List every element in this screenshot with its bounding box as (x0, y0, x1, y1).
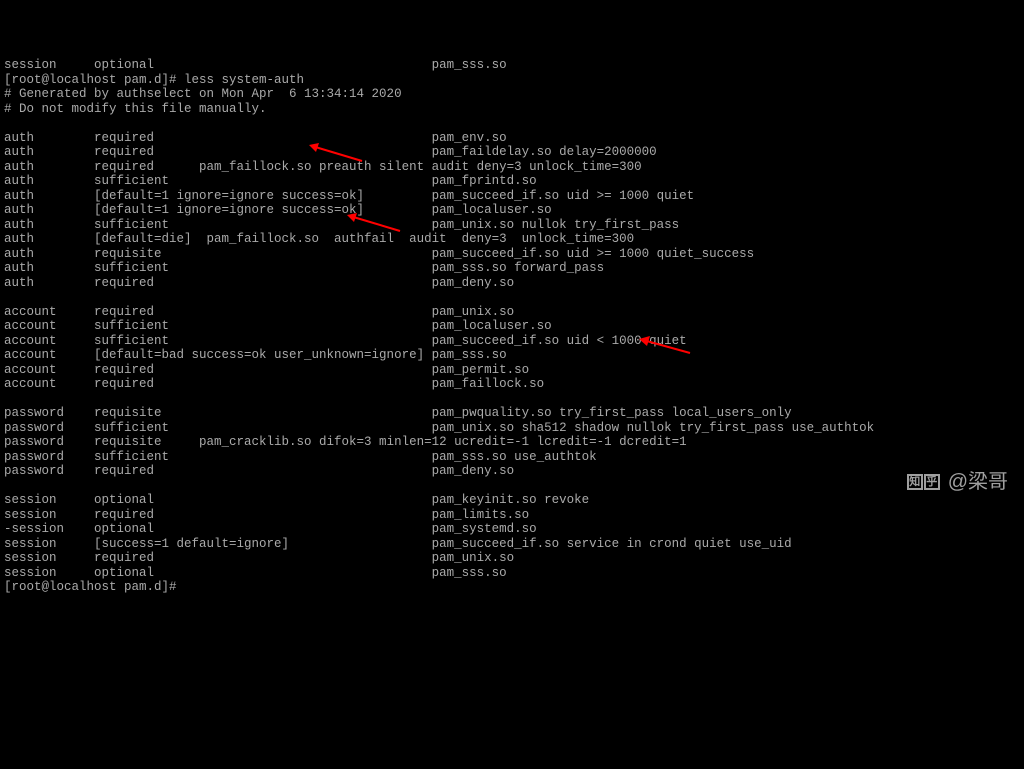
watermark-author: @梁哥 (948, 475, 1008, 490)
zhihu-logo-icon: 知乎 (907, 474, 940, 490)
watermark: 知乎 @梁哥 (907, 474, 1008, 490)
terminal-output: session optional pam_sss.so [root@localh… (0, 58, 1024, 595)
